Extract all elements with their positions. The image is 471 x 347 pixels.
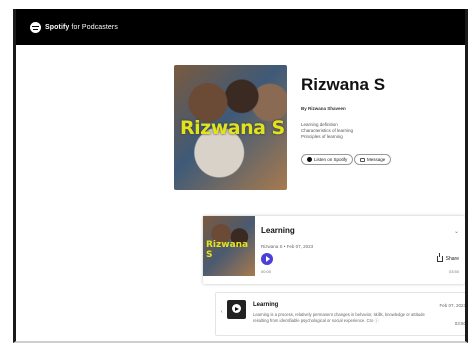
share-icon bbox=[436, 253, 443, 262]
show-author: By Rizwana Shaveen bbox=[301, 106, 346, 111]
message-button[interactable]: Message bbox=[354, 154, 392, 165]
play-episode-icon[interactable] bbox=[227, 300, 246, 319]
episode-player-card: Rizwana S Learning Rizwana S • Feb 07, 2… bbox=[203, 216, 465, 284]
show-description: Learning definition Characteristics of l… bbox=[301, 122, 353, 140]
episode-art-text: Rizwana S bbox=[206, 240, 249, 260]
message-icon bbox=[360, 157, 365, 162]
show-cover-art: Rizwana S bbox=[174, 65, 287, 190]
episode-art: Rizwana S bbox=[203, 216, 255, 276]
spotify-logo-icon[interactable] bbox=[30, 21, 41, 33]
episode-title[interactable]: Learning bbox=[261, 226, 295, 235]
browser-viewport: Spotify for Podcasters Rizwana S Rizwana … bbox=[13, 9, 468, 343]
share-button[interactable]: Share bbox=[436, 253, 459, 262]
share-label: Share bbox=[445, 256, 459, 262]
elapsed-time: 00:00 bbox=[261, 269, 272, 274]
play-button[interactable] bbox=[261, 253, 273, 265]
spotify-icon bbox=[307, 157, 312, 162]
list-item[interactable]: ‹ Learning Learning is a process, relati… bbox=[215, 292, 466, 336]
list-item-description: Learning is a process, relatively perman… bbox=[253, 312, 425, 323]
total-time: 03:50 bbox=[448, 269, 459, 274]
top-navigation-bar: Spotify for Podcasters bbox=[16, 9, 465, 45]
message-button-label: Message bbox=[367, 157, 386, 162]
chevron-down-icon[interactable]: ⌄ bbox=[454, 228, 459, 235]
list-item-duration: 03:50 bbox=[454, 321, 466, 326]
brand-logo-text[interactable]: Spotify for Podcasters bbox=[45, 24, 118, 31]
listen-button-label: Listen on Spotify bbox=[314, 157, 348, 162]
cover-art-text: Rizwana S bbox=[180, 117, 285, 139]
list-item-title[interactable]: Learning bbox=[253, 302, 278, 308]
list-item-date: Feb 07, 2023 bbox=[439, 303, 466, 308]
listen-on-spotify-button[interactable]: Listen on Spotify bbox=[301, 154, 354, 165]
show-title: Rizwana S bbox=[301, 75, 386, 94]
description-line: Principles of learning bbox=[301, 134, 343, 139]
chevron-left-icon[interactable]: ‹ bbox=[221, 309, 223, 315]
episode-meta: Rizwana S • Feb 07, 2023 bbox=[261, 244, 314, 249]
